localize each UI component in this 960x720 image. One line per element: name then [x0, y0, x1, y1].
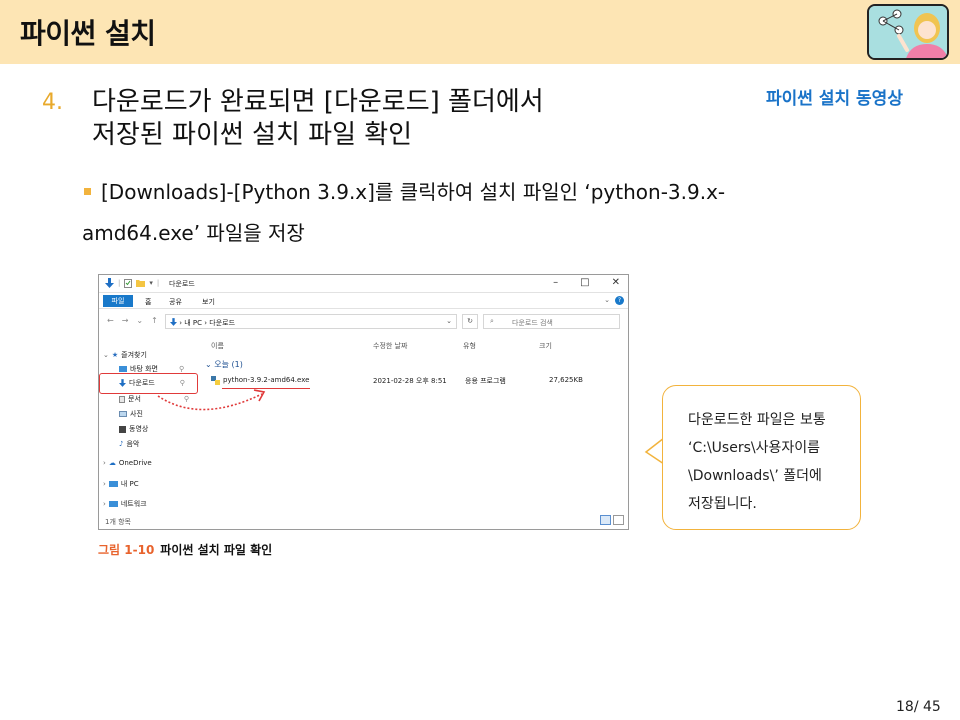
sidebar-item-music[interactable]: ♪ 음악 — [119, 439, 139, 449]
details-view-icon[interactable] — [600, 515, 611, 525]
sidebar-item-this-pc[interactable]: › 내 PC — [103, 479, 139, 489]
column-header-date[interactable]: 수정한 날짜 — [373, 341, 407, 351]
download-folder-icon — [170, 318, 177, 326]
sidebar-item-quick-access[interactable]: ⌄ ★ 즐겨찾기 — [103, 350, 147, 360]
column-header-name[interactable]: 이름 — [211, 341, 224, 351]
figure-label: 그림 1-10 — [98, 543, 155, 557]
figure-text: 파이썬 설치 파일 확인 — [160, 543, 273, 557]
video-icon — [119, 425, 126, 433]
figure-caption: 그림 1-10 파이썬 설치 파일 확인 — [98, 541, 272, 558]
properties-icon[interactable] — [124, 278, 133, 288]
ribbon-tab-file[interactable]: 파일 — [103, 295, 133, 307]
page-number: 18/ 45 — [896, 699, 941, 715]
back-arrow-icon[interactable]: ← — [107, 316, 114, 325]
step-line-1: 다운로드가 완료되면 [다운로드] 폴더에서 — [92, 87, 544, 117]
minimize-icon[interactable]: – — [553, 277, 558, 288]
new-folder-icon[interactable] — [136, 279, 146, 287]
music-icon: ♪ — [119, 440, 124, 448]
quick-access-toolbar: | ▾ | — [105, 278, 159, 288]
maximize-icon[interactable]: □ — [580, 277, 589, 288]
search-box[interactable]: ⌕ 다운로드 검색 — [483, 314, 620, 329]
search-icon: ⌕ — [490, 317, 494, 325]
address-dropdown-icon[interactable]: ⌄ — [446, 317, 452, 325]
bullet-item: [Downloads]-[Python 3.9.x]를 클릭하여 설치 파일인 … — [82, 172, 844, 254]
column-header-size[interactable]: 크기 — [539, 341, 552, 351]
download-arrow-icon[interactable] — [105, 278, 114, 288]
window-title: 다운로드 — [169, 280, 195, 288]
sidebar-item-pictures[interactable]: 사진 — [119, 409, 143, 419]
network-icon — [108, 501, 118, 507]
ribbon-tab-view[interactable]: 보기 — [202, 297, 215, 307]
bullet-marker — [84, 188, 91, 195]
computer-icon — [108, 481, 118, 487]
presenter-avatar — [867, 4, 949, 60]
sidebar-item-network[interactable]: › 네트워크 — [103, 499, 147, 509]
bubble-line-2: ‘C:\Users\사용자이름 — [688, 440, 820, 456]
window-controls: – □ ✕ — [553, 277, 620, 288]
sidebar-item-videos[interactable]: 동영상 — [119, 424, 148, 434]
help-icon[interactable]: ? — [615, 296, 624, 305]
ribbon-tab-share[interactable]: 공유 — [169, 297, 182, 307]
star-icon: ★ — [111, 351, 119, 359]
column-header-type[interactable]: 유형 — [463, 341, 476, 351]
ribbon-expand-icon[interactable]: ⌄ — [604, 296, 610, 304]
picture-icon — [119, 411, 127, 417]
bullet-line-1: [Downloads]-[Python 3.9.x]를 클릭하여 설치 파일인 … — [101, 180, 726, 204]
bubble-line-3: \Downloads\’ 폴더에 — [688, 468, 822, 484]
step-text: 다운로드가 완료되면 [다운로드] 폴더에서 저장된 파이썬 설치 파일 확인 — [92, 86, 692, 152]
document-icon — [119, 395, 125, 403]
window-titlebar: | ▾ | 다운로드 – □ ✕ — [99, 275, 628, 293]
bubble-line-1: 다운로드한 파일은 보통 — [688, 412, 826, 428]
recent-dropdown-icon[interactable]: ⌄ — [136, 316, 143, 325]
chevron-down-icon: ⌄ — [205, 360, 212, 369]
large-icons-view-icon[interactable] — [613, 515, 624, 525]
step-line-2: 저장된 파이썬 설치 파일 확인 — [92, 120, 413, 150]
bullet-line-2: amd64.exe’ 파일을 저장 — [82, 221, 305, 245]
step-number: 4. — [42, 90, 63, 115]
refresh-icon[interactable]: ↻ — [462, 314, 478, 329]
address-bar[interactable]: › 내 PC › 다운로드 ⌄ — [165, 314, 457, 329]
ribbon-tabs: 파일 홈 공유 보기 ⌄ ? — [99, 293, 628, 309]
up-arrow-icon[interactable]: ↑ — [151, 316, 158, 325]
navigation-pane: ⌄ ★ 즐겨찾기 바탕 화면 ⚲ 다운로드 ⚲ 문서 ⚲ 사진 동영상 ♪ 음악 › ☁ One… — [99, 335, 199, 515]
bubble-line-4: 저장됩니다. — [688, 496, 757, 512]
view-toggle — [600, 515, 624, 525]
file-date: 2021-02-28 오후 8:51 — [373, 377, 447, 385]
file-type: 응용 프로그램 — [465, 377, 506, 385]
navigation-bar: ← → ⌄ ↑ › 내 PC › 다운로드 ⌄ ↻ ⌕ 다운로드 검색 — [99, 309, 628, 333]
cloud-icon: ☁ — [108, 459, 116, 467]
forward-arrow-icon[interactable]: → — [122, 316, 129, 325]
status-bar: 1개 항목 — [105, 518, 131, 526]
file-group-header[interactable]: ⌄ 오늘 (1) — [205, 359, 243, 370]
slide-header: 파이썬 설치 — [0, 0, 960, 64]
qa-dropdown-icon[interactable]: ▾ — [149, 279, 153, 287]
close-icon[interactable]: ✕ — [612, 277, 620, 288]
slide-title: 파이썬 설치 — [20, 17, 156, 50]
file-size: 27,625KB — [549, 376, 583, 384]
speech-bubble: 다운로드한 파일은 보통 ‘C:\Users\사용자이름 \Downloads\… — [662, 385, 861, 530]
annotation-arrow — [157, 389, 266, 411]
sidebar-item-onedrive[interactable]: › ☁ OneDrive — [103, 459, 152, 467]
address-path: › 내 PC › 다운로드 — [179, 319, 236, 327]
video-link[interactable]: 파이썬 설치 동영상 — [766, 84, 903, 109]
ribbon-tab-home[interactable]: 홈 — [145, 297, 151, 307]
pin-icon: ⚲ — [179, 365, 185, 373]
desktop-icon — [119, 366, 127, 372]
nav-arrows: ← → ⌄ ↑ — [107, 316, 158, 325]
search-placeholder: 다운로드 검색 — [512, 319, 553, 327]
